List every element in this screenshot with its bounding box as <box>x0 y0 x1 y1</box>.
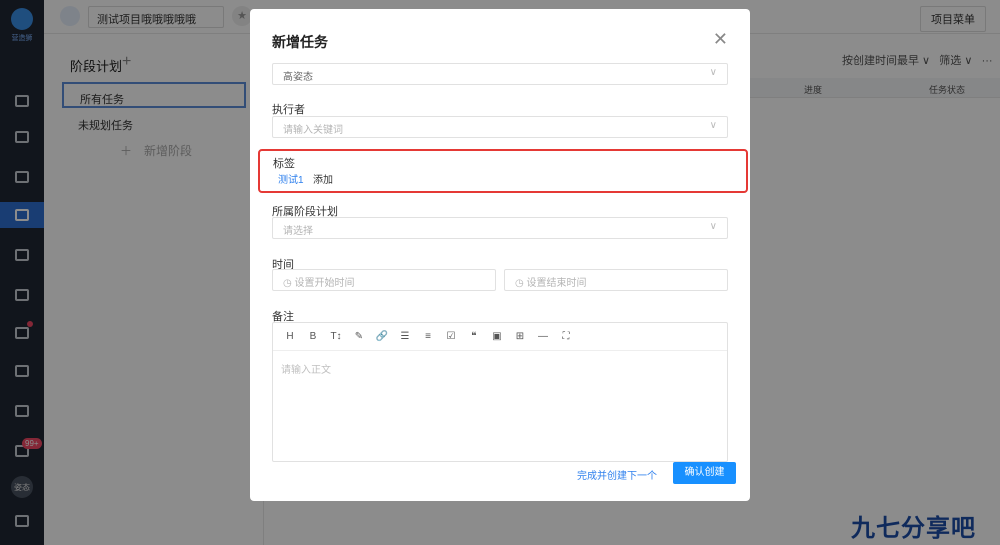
quote-icon[interactable]: ❝ <box>467 330 481 344</box>
image-icon[interactable]: ▣ <box>490 330 504 344</box>
heading-icon[interactable]: H <box>283 330 297 344</box>
priority-select[interactable]: 高姿态 ∨ <box>272 63 728 85</box>
bold-icon[interactable]: B <box>306 330 320 344</box>
font-size-icon[interactable]: T↕ <box>329 330 343 344</box>
list-icon[interactable]: ☰ <box>398 330 412 344</box>
add-tag-button[interactable]: 添加 <box>313 171 333 186</box>
stage-plan-placeholder: 请选择 <box>283 226 313 237</box>
chevron-down-icon: ∨ <box>709 120 717 131</box>
pen-icon[interactable]: ✎ <box>352 330 366 344</box>
tag-label: 标签 <box>273 158 295 170</box>
dialog-title: 新增任务 <box>272 34 328 50</box>
end-time-input[interactable]: ◷ 设置结束时间 <box>504 269 728 291</box>
tag-chip[interactable]: 测试1 <box>278 171 304 186</box>
table-icon[interactable]: ⊞ <box>513 330 527 344</box>
create-next-link[interactable]: 完成并创建下一个 <box>577 467 657 482</box>
divider-icon[interactable]: — <box>536 330 550 344</box>
start-time-input[interactable]: ◷ 设置开始时间 <box>272 269 496 291</box>
confirm-create-button[interactable]: 确认创建 <box>673 462 736 484</box>
tag-section: 标签 测试1 添加 <box>258 149 748 193</box>
chevron-down-icon: ∨ <box>709 67 717 78</box>
executor-input[interactable]: 请输入关键词 ∨ <box>272 116 728 138</box>
watermark-logo: 九七分享吧 <box>851 515 976 542</box>
priority-value: 高姿态 <box>283 72 313 83</box>
executor-label: 执行者 <box>272 104 305 116</box>
chevron-down-icon: ∨ <box>709 221 717 232</box>
close-icon[interactable]: ✕ <box>713 29 728 50</box>
link-icon[interactable]: 🔗 <box>375 330 389 344</box>
editor-placeholder: 请输入正文 <box>281 365 331 376</box>
checkbox-icon[interactable]: ☑ <box>444 330 458 344</box>
new-task-dialog: 新增任务 ✕ 高姿态 ∨ 执行者 请输入关键词 ∨ 标签 测试1 添加 所属阶段… <box>250 9 750 501</box>
stage-plan-select[interactable]: 请选择 ∨ <box>272 217 728 239</box>
note-editor[interactable]: H B T↕ ✎ 🔗 ☰ ≡ ☑ ❝ ▣ ⊞ — ⛶ 请输入正文 <box>272 322 728 462</box>
fullscreen-icon[interactable]: ⛶ <box>559 330 573 344</box>
executor-placeholder: 请输入关键词 <box>283 125 343 136</box>
editor-toolbar: H B T↕ ✎ 🔗 ☰ ≡ ☑ ❝ ▣ ⊞ — ⛶ <box>273 323 727 351</box>
align-icon[interactable]: ≡ <box>421 330 435 344</box>
